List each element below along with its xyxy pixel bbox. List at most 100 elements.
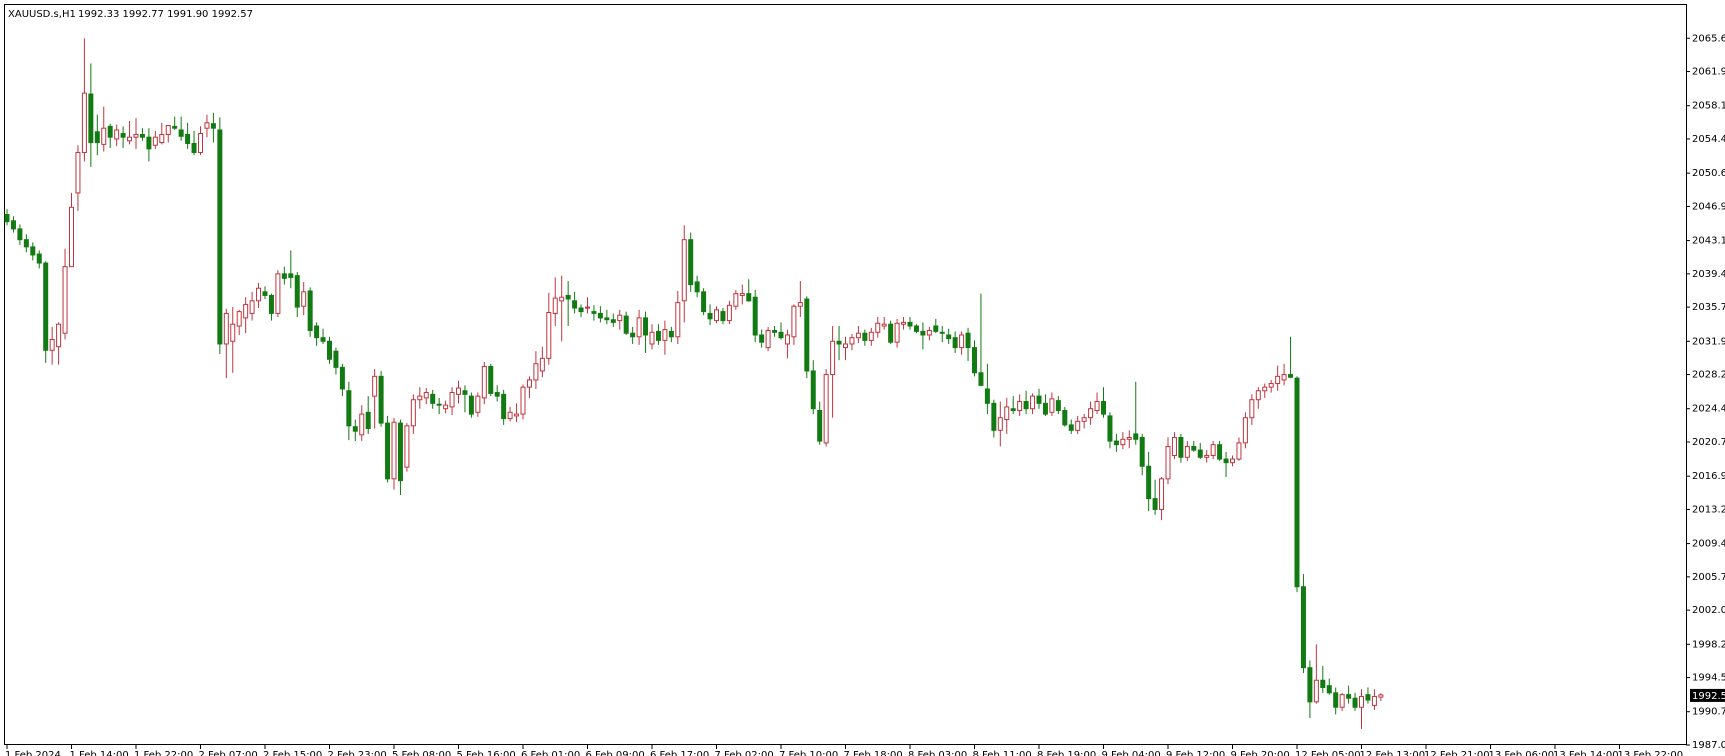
candle-body [1255, 390, 1261, 401]
candle-body [655, 330, 661, 341]
candle-body [636, 317, 642, 338]
candle-body [1191, 445, 1197, 451]
candle-body [462, 390, 468, 395]
candle-body [552, 297, 558, 314]
candle-body [649, 331, 655, 345]
candle [275, 270, 281, 318]
candle-body [1230, 458, 1235, 464]
candle-body [378, 375, 384, 424]
candle-body [423, 392, 429, 399]
candle-body [1036, 395, 1042, 404]
candle-body [88, 93, 94, 144]
candle-body [307, 290, 313, 331]
chart-window[interactable]: XAUUSD.s,H1 1992.33 1992.77 1991.90 1992… [0, 0, 1725, 756]
candle-body [198, 133, 203, 153]
x-tick-label: 13 Feb 14:00 [1553, 750, 1619, 756]
candle-body [139, 133, 145, 138]
y-tick-label: 2009.40 [1692, 539, 1725, 550]
candle-body [23, 239, 29, 248]
candle [913, 324, 919, 334]
candle [1300, 574, 1306, 674]
candle-body [823, 374, 829, 444]
candle-body [1049, 398, 1055, 413]
candle [688, 232, 694, 292]
candle-body [69, 206, 74, 268]
candle-body [159, 133, 165, 144]
candle-body [217, 129, 223, 345]
candle-body [784, 334, 790, 345]
x-tick-label: 1 Feb 14:00 [70, 750, 129, 756]
candle-body [1062, 410, 1068, 426]
candle-body [972, 347, 977, 374]
candle-body [133, 133, 139, 138]
x-tick-label: 9 Feb 12:00 [1166, 750, 1225, 756]
y-tick-label: 2024.40 [1692, 404, 1725, 415]
candle-body [939, 331, 945, 334]
x-tick-label: 13 Feb 22:00 [1618, 750, 1684, 756]
candle-body [810, 370, 816, 410]
candle-body [1268, 383, 1274, 388]
candle-body [1249, 399, 1255, 419]
candle-body [1320, 679, 1326, 688]
candle-body [746, 293, 752, 302]
candle-body [1288, 374, 1294, 378]
candle-body [301, 291, 307, 307]
candle-body [30, 246, 36, 256]
candle-body [875, 322, 881, 333]
candle-body [591, 311, 597, 314]
x-tick-label: 7 Feb 18:00 [844, 750, 903, 756]
y-tick-label: 2031.90 [1692, 336, 1725, 347]
candle-body [733, 293, 739, 307]
candle-body [436, 403, 442, 406]
candle-body [1352, 697, 1358, 708]
x-tick-label: 5 Feb 08:00 [392, 750, 451, 756]
candle-body [268, 294, 274, 314]
y-tick-label: 2020.70 [1692, 437, 1725, 448]
candlestick-chart[interactable]: XAUUSD.s,H1 1992.33 1992.77 1991.90 1992… [0, 0, 1725, 756]
time-axis[interactable]: 1 Feb 2024 1 Feb 14:00 1 Feb 22:00 2 Feb 07… [5, 745, 1683, 756]
candle-body [662, 329, 668, 341]
y-tick-label: 2035.70 [1692, 302, 1725, 313]
candle-body [101, 127, 107, 145]
x-tick-label: 9 Feb 04:00 [1102, 750, 1161, 756]
candle-body [1171, 436, 1177, 456]
candle-body [991, 402, 997, 431]
candle-body [901, 321, 907, 325]
candle-body [894, 322, 900, 343]
candle-body [1281, 374, 1287, 381]
candle-body [1146, 465, 1152, 500]
chart-ohlc-label: 1992.33 1992.77 1991.90 1992.57 [78, 9, 253, 20]
candle-body [1184, 445, 1190, 458]
candle-body [1113, 440, 1119, 446]
candle-body [804, 298, 810, 372]
candle-body [443, 404, 449, 410]
y-tick-label: 1998.20 [1692, 639, 1725, 650]
candle-body [926, 329, 932, 336]
x-tick-label: 12 Feb 21:00 [1424, 750, 1490, 756]
candle-body [533, 363, 539, 381]
candle-body [888, 323, 894, 343]
candle-body [714, 309, 719, 322]
candle-body [417, 395, 423, 401]
candle-body [152, 136, 158, 146]
candle-body [1242, 417, 1248, 444]
candle-body [1178, 436, 1184, 458]
candle-body [572, 300, 578, 309]
candle [217, 117, 223, 354]
candle [823, 369, 829, 447]
price-axis[interactable]: 2065.60 2061.90 2058.10 2054.40 2050.60 2046.… [1686, 33, 1725, 751]
x-tick-label: 9 Feb 20:00 [1231, 750, 1290, 756]
candle-body [468, 395, 474, 415]
x-tick-label: 5 Feb 16:00 [457, 750, 516, 756]
candle-body [578, 307, 584, 313]
candle-body [694, 281, 700, 293]
candle-body [1300, 586, 1306, 669]
candle-body [275, 273, 281, 314]
candle-body [43, 262, 49, 351]
candle-body [36, 253, 42, 264]
candle-body [1075, 420, 1081, 431]
candle-body [191, 142, 197, 153]
candle-body [630, 332, 636, 338]
y-tick-label: 2005.70 [1692, 572, 1725, 583]
candle-body [127, 136, 133, 142]
